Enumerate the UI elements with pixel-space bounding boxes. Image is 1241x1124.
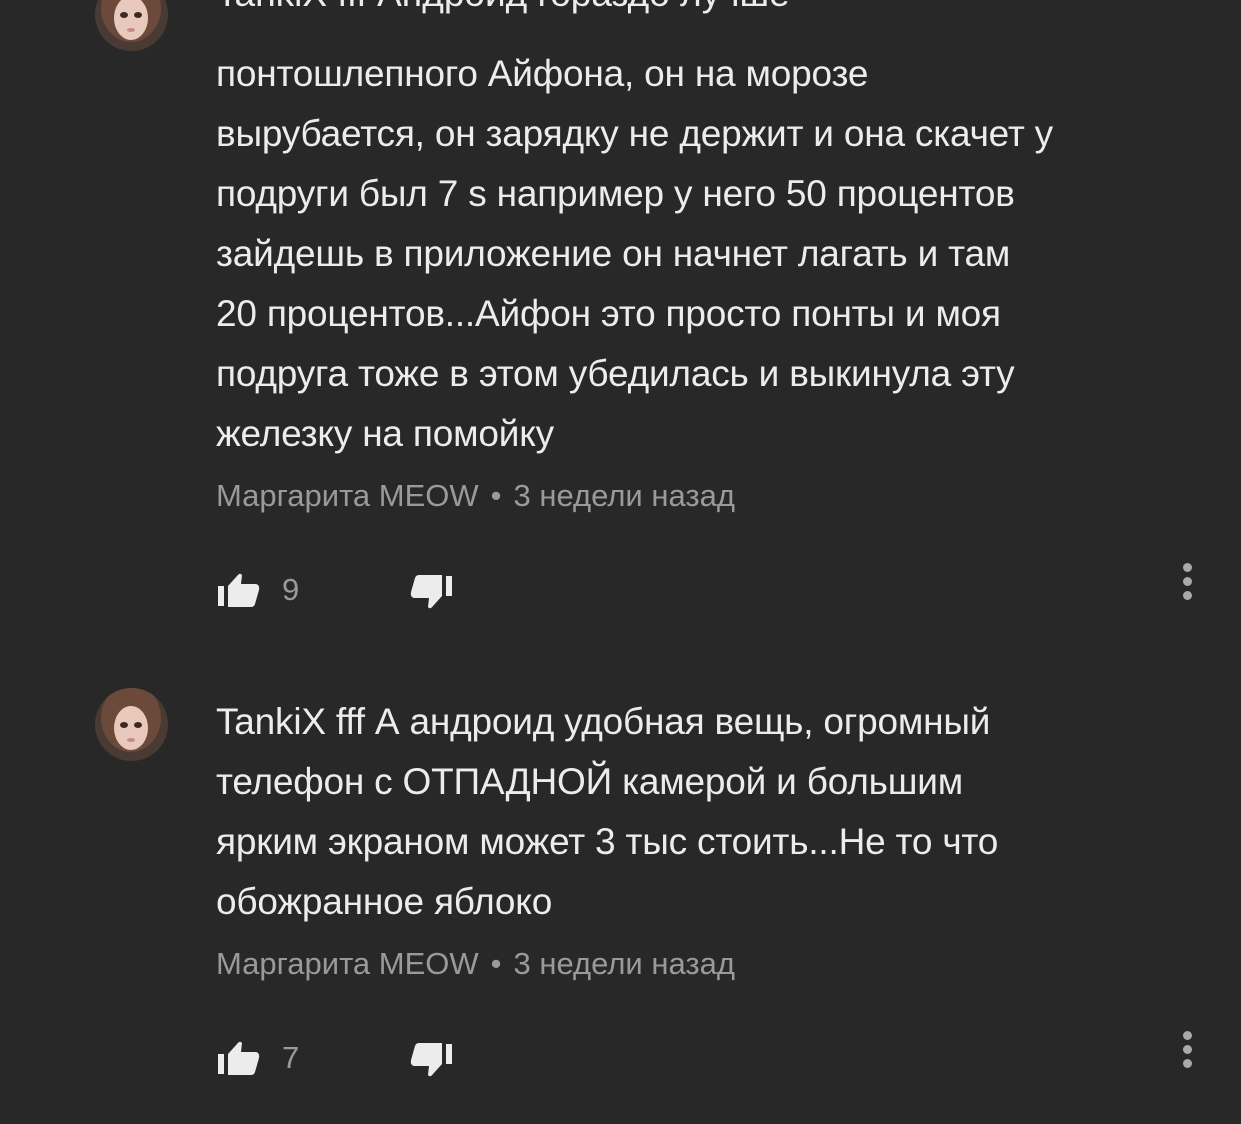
comment: TankiX fff А андроид удобная вещь, огром… — [0, 660, 1241, 1124]
comment: TankiX fff Андроид гораздо лучше понтошл… — [0, 0, 1241, 640]
avatar[interactable] — [95, 688, 168, 761]
meta-separator: • — [490, 946, 502, 981]
more-vertical-icon-dot — [1182, 577, 1192, 586]
meta-separator: • — [490, 478, 502, 513]
like-button[interactable] — [216, 1034, 262, 1080]
thumbs-up-icon — [218, 573, 260, 607]
comment-line: вырубается, он зарядку не держит и она с… — [216, 113, 1053, 154]
comment-time[interactable]: 3 недели назад — [514, 946, 735, 981]
more-vertical-icon-dot — [1182, 1045, 1192, 1054]
comment-line: понтошлепного Айфона, он на морозе — [216, 53, 869, 94]
avatar[interactable] — [95, 0, 168, 51]
dislike-button[interactable] — [408, 1038, 454, 1084]
comment-line: TankiX fff А андроид удобная вещь, огром… — [216, 701, 991, 742]
comment-meta: Маргарита MEOW • 3 недели назад — [216, 476, 735, 516]
comment-actions: 7 — [216, 1031, 1206, 1084]
comment-actions: 9 — [216, 563, 1206, 616]
author-name[interactable]: Маргарита MEOW — [216, 946, 479, 981]
author-name[interactable]: Маргарита MEOW — [216, 478, 479, 513]
comment-line: 20 процентов...Айфон это просто понты и … — [216, 293, 1001, 334]
comment-line: зайдешь в приложение он начнет лагать и … — [216, 233, 1011, 274]
comment-time[interactable]: 3 недели назад — [514, 478, 735, 513]
thumbs-down-icon — [410, 575, 452, 609]
like-count: 9 — [282, 572, 300, 607]
dislike-button[interactable] — [408, 570, 454, 616]
comment-text: понтошлепного Айфона, он на морозе выруб… — [216, 44, 1206, 464]
like-button[interactable] — [216, 566, 262, 612]
more-options-button[interactable] — [1174, 1026, 1200, 1082]
thumbs-down-icon — [410, 1043, 452, 1077]
comment-meta: Маргарита MEOW • 3 недели назад — [216, 944, 735, 984]
comment-line: телефон с ОТПАДНОЙ камерой и большим — [216, 761, 963, 802]
comment-line: обожранное яблоко — [216, 881, 553, 922]
more-vertical-icon-dot — [1182, 1031, 1192, 1040]
comment-line: подруги был 7 s например у него 50 проце… — [216, 173, 1015, 214]
thumbs-up-icon — [218, 1041, 260, 1075]
comment-line: ярким экраном может 3 тыс стоить...Не то… — [216, 821, 999, 862]
like-count: 7 — [282, 1040, 300, 1075]
comment-text-partial-line: TankiX fff Андроид гораздо лучше — [216, 0, 790, 24]
more-vertical-icon-dot — [1182, 563, 1192, 572]
comment-text: TankiX fff А андроид удобная вещь, огром… — [216, 692, 1206, 932]
more-options-button[interactable] — [1174, 558, 1200, 614]
comment-line: подруга тоже в этом убедилась и выкинула… — [216, 353, 1015, 394]
more-vertical-icon-dot — [1182, 591, 1192, 600]
comment-line: железку на помойку — [216, 413, 554, 454]
more-vertical-icon-dot — [1182, 1059, 1192, 1068]
